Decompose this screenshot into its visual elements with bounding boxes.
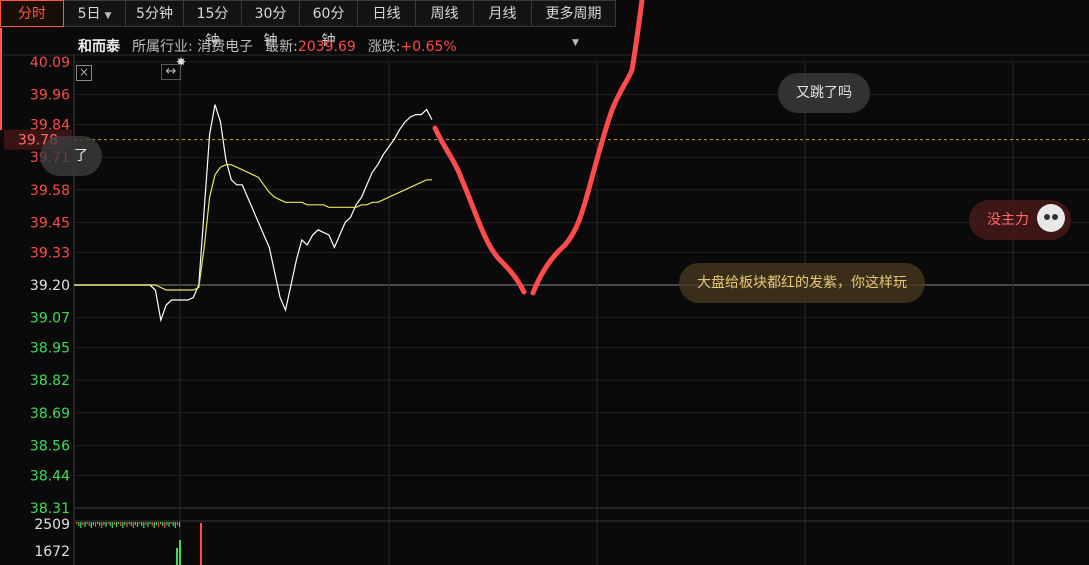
volume-bar (105, 522, 107, 527)
volume-bar (101, 522, 103, 528)
volume-bar (109, 522, 111, 526)
volume-bar (176, 522, 178, 525)
price-tick-label: 39.96 (30, 88, 70, 104)
volume-bar (151, 522, 153, 526)
volume-bar (113, 522, 115, 525)
volume-bar (78, 522, 80, 526)
price-tick-label: 38.31 (30, 501, 70, 517)
worried-face-icon (1037, 204, 1065, 232)
price-tick-label: 38.44 (30, 468, 70, 484)
annotation-stroke (432, 0, 645, 296)
volume-bar (90, 522, 92, 528)
volume-bar (103, 522, 105, 525)
price-tick-label: 38.69 (30, 406, 70, 422)
volume-bar (145, 522, 147, 525)
danmaku-bubble-partial: 了 (40, 136, 102, 176)
volume-bar (141, 522, 143, 526)
volume-bar (132, 522, 134, 528)
price-tick-label: 39.20 (30, 278, 70, 294)
volume-bar (80, 522, 82, 528)
volume-bar (136, 522, 139, 527)
danmaku-bubble-1: 又跳了吗 (778, 73, 870, 113)
volume-bar (120, 522, 122, 526)
price-tick-label: 39.33 (30, 245, 70, 261)
volume-bar (124, 522, 126, 525)
volume-bar (76, 522, 78, 524)
volume-bar (147, 522, 149, 527)
series-line-1 (74, 164, 432, 291)
volume-bar (172, 522, 174, 526)
volume-bar (179, 540, 181, 565)
volume-bar (128, 522, 130, 524)
volume-bar (200, 523, 202, 565)
price-tick-label: 38.95 (30, 341, 70, 357)
volume-bar (134, 522, 136, 525)
volume-tick-label: 1672 (34, 544, 70, 560)
danmaku-bubble-2: 没主力 (969, 200, 1071, 240)
intraday-chart[interactable]: 40.0939.9639.8439.7139.5839.4539.3339.20… (0, 0, 1089, 565)
volume-bar (139, 522, 141, 524)
volume-bar (126, 522, 128, 527)
close-icon[interactable]: × (76, 65, 92, 81)
volume-bar (84, 522, 86, 527)
volume-tick-label: 2509 (34, 517, 70, 533)
volume-bar (111, 522, 113, 528)
volume-bar (88, 522, 90, 526)
volume-bar (118, 522, 120, 524)
resize-arrows-icon[interactable]: ↔ (161, 64, 181, 80)
volume-bar (122, 522, 124, 528)
volume-bar (143, 522, 145, 528)
volume-bar (82, 522, 84, 525)
volume-bar (155, 522, 157, 525)
volume-bar (115, 522, 118, 527)
volume-bar (170, 522, 172, 524)
volume-bar (99, 522, 101, 526)
price-tick-label: 39.45 (30, 215, 70, 231)
volume-bar (153, 522, 155, 528)
volume-bar (178, 522, 181, 527)
price-tick-label: 39.58 (30, 183, 70, 199)
volume-bar (92, 522, 94, 525)
price-tick-label: 38.82 (30, 373, 70, 389)
volume-bar (107, 522, 109, 524)
volume-bar (164, 522, 166, 528)
volume-bar (174, 522, 176, 528)
volume-bar (160, 522, 162, 524)
volume-bar (149, 522, 151, 524)
series-line-0 (74, 104, 433, 323)
price-tick-label: 39.07 (30, 311, 70, 327)
volume-bar (97, 522, 99, 524)
volume-bar (162, 522, 164, 526)
volume-bar (168, 522, 170, 527)
price-tick-label: 40.09 (30, 55, 70, 71)
volume-bar (94, 522, 97, 527)
danmaku-bubble-3: 大盘给板块都红的发紫，你这样玩 (679, 263, 925, 303)
volume-bar (157, 522, 160, 527)
price-tick-label: 38.56 (30, 438, 70, 454)
volume-bar (86, 522, 88, 524)
volume-bar (166, 522, 168, 525)
volume-bar (130, 522, 132, 526)
volume-bar (176, 548, 178, 565)
